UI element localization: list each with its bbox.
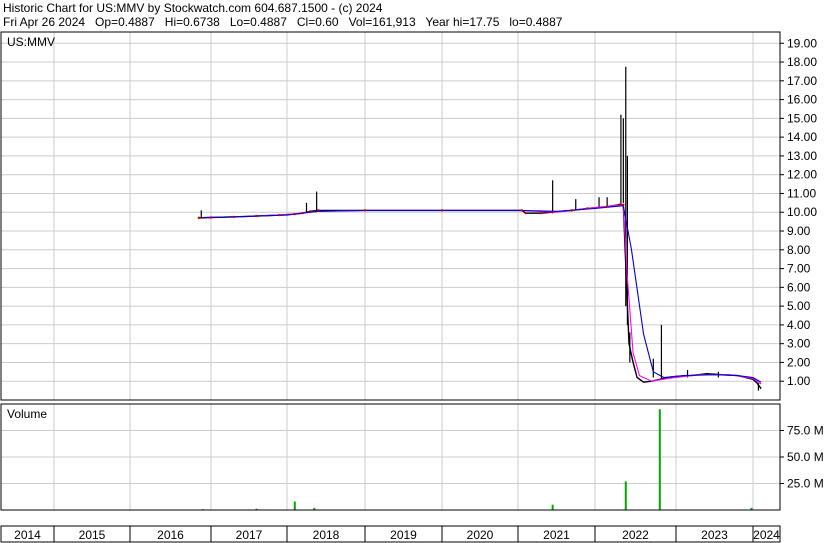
price-y-tick-label: 11.00 [787,186,816,200]
time-axis-label: 2023 [701,528,728,542]
volume-y-tick-label: 25.0 M [787,477,824,491]
price-dot [618,203,621,206]
price-y-tick-label: 15.00 [787,111,817,125]
price-dot [293,212,296,216]
price-dot [586,207,589,210]
price-y-tick-label: 19.00 [787,36,817,50]
stock-chart: US:MMV 19.00 18.00 17.00 16.00 15.00 14.00 13.… [0,31,824,543]
price-y-tick-label: 4.00 [787,318,811,332]
price-y-tick-label: 6.00 [787,280,811,294]
price-dot [440,209,444,212]
price-y-axis: 19.00 18.00 17.00 16.00 15.00 14.00 13.00 12.00… [780,36,817,388]
price-dot [278,213,281,217]
time-axis: 2014 2015 2016 2017 2018 2019 2020 2021 2022 2023… [14,526,780,542]
volume-bar [293,501,296,510]
price-y-tick-label: 5.00 [787,299,811,313]
time-axis-label: 2021 [543,528,570,542]
price-panel-title: US:MMV [7,35,55,49]
volume-panel-title: Volume [7,407,47,421]
price-y-tick-label: 13.00 [787,149,817,163]
price-y-tick-label: 1.00 [787,374,811,388]
price-dot [539,211,543,215]
price-y-tick-label: 18.00 [787,55,817,69]
price-dot [605,205,609,208]
price-y-tick-label: 3.00 [787,337,811,351]
volume-bar [551,504,554,510]
price-y-tick-label: 9.00 [787,224,811,238]
time-axis-label: 2014 [14,528,41,542]
time-axis-label: 2018 [313,528,340,542]
time-axis-label: 2019 [390,528,417,542]
price-dot [232,215,235,219]
price-dot [301,211,304,215]
price-dot [363,209,367,212]
price-y-tick-label: 8.00 [787,243,811,257]
time-axis-label: 2016 [157,528,184,542]
price-dot [209,216,213,219]
price-dot [570,209,574,212]
volume-bar [658,409,661,510]
time-axis-label: 2024 [753,528,780,542]
price-dot [197,216,201,220]
price-y-tick-label: 17.00 [787,74,817,88]
price-dot [524,211,527,215]
price-dot [317,209,320,212]
price-dot [255,214,258,218]
price-y-tick-label: 14.00 [787,130,817,144]
price-dot [622,203,625,206]
volume-bar [624,481,627,510]
time-axis-label: 2022 [622,528,649,542]
time-axis-label: 2015 [79,528,106,542]
volume-y-tick-label: 75.0 M [787,424,824,438]
price-y-tick-label: 12.00 [787,168,817,182]
price-y-tick-label: 2.00 [787,355,811,369]
time-axis-label: 2017 [236,528,263,542]
time-axis-label: 2020 [467,528,494,542]
price-dot [520,209,524,212]
price-y-tick-label: 10.00 [787,205,817,219]
price-plot-area [0,31,781,401]
volume-y-axis: 75.0 M 50.0 M 25.0 M [780,424,824,491]
price-dot [309,210,312,213]
price-y-tick-label: 16.00 [787,93,817,107]
volume-y-tick-label: 50.0 M [787,450,824,464]
price-dot [551,211,554,214]
price-y-tick-label: 7.00 [787,262,811,276]
